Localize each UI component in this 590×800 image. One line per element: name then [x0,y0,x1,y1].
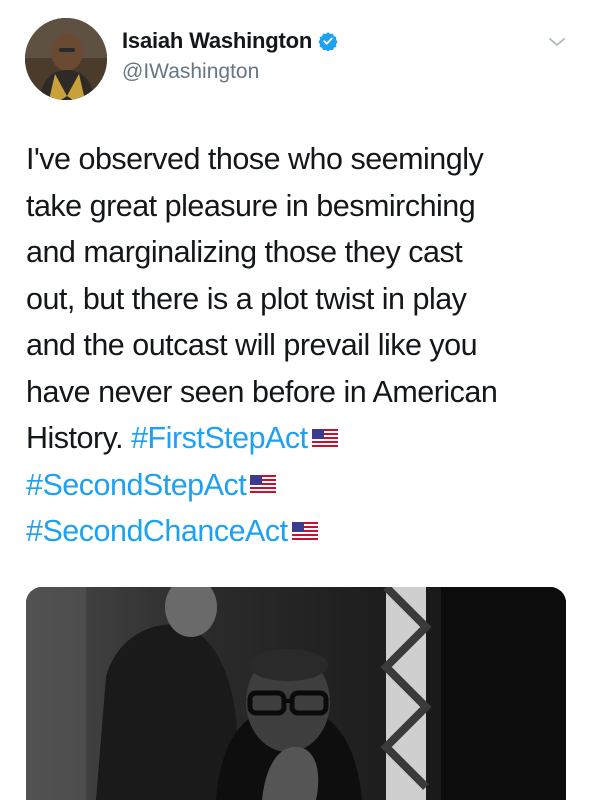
tweet-line: #SecondChanceAct [26,508,571,555]
tweet-line: #SecondStepAct [26,462,571,509]
tweet-line-text: History. [26,421,124,455]
us-flag-icon [250,475,277,494]
tweet-text: I've observed those who seemingly take g… [26,136,571,555]
hashtag-link[interactable]: #SecondChanceAct [26,514,288,548]
tweet-media-image[interactable] [26,587,566,800]
media-photo [26,587,566,800]
hashtag-link[interactable]: #SecondStepAct [26,468,247,502]
author-display-name[interactable]: Isaiah Washington [122,28,312,54]
verified-badge-icon [318,32,338,51]
tweet-line: out, but there is a plot twist in play [26,281,467,316]
tweet-line: and marginalizing those they cast [26,235,463,269]
tweet-line: have never seen before in American [26,374,498,409]
tweet-line: take great pleasure in besmirching [26,188,476,223]
tweet-line: History. #FirstStepAct [26,415,571,462]
avatar[interactable] [25,18,107,100]
chevron-down-icon[interactable] [546,34,568,50]
tweet-line: I've observed those who seemingly [26,142,484,176]
us-flag-icon [291,521,318,540]
hashtag-link[interactable]: #FirstStepAct [131,421,308,455]
us-flag-icon [311,428,338,447]
author-name-row[interactable]: Isaiah Washington [122,28,338,54]
tweet-line: and the outcast will prevail like you [26,328,478,362]
author-handle[interactable]: @IWashington [122,60,259,84]
avatar-photo [25,18,107,100]
